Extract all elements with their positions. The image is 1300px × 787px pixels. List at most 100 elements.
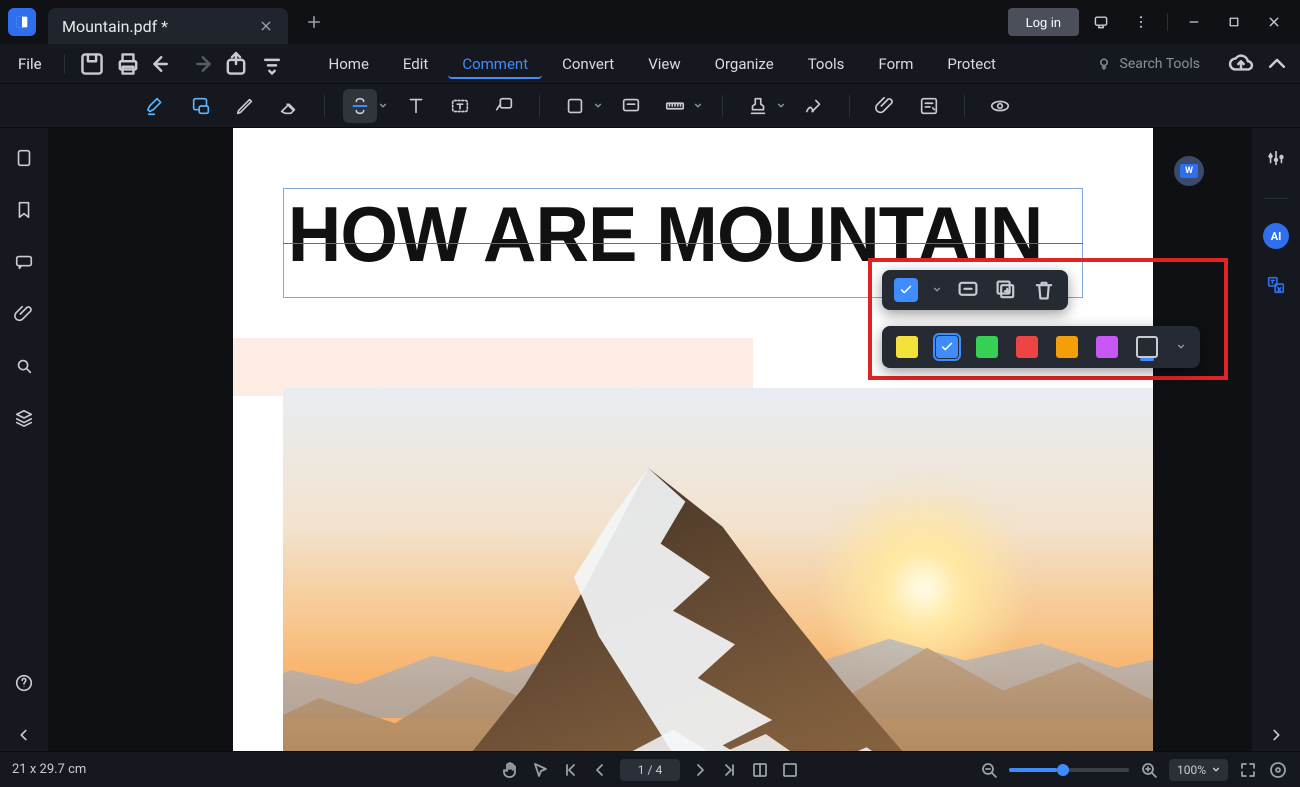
attachments-panel-icon[interactable] bbox=[8, 298, 40, 330]
menu-tools[interactable]: Tools bbox=[794, 49, 859, 79]
add-tab-button[interactable] bbox=[300, 8, 328, 36]
kebab-menu-icon[interactable] bbox=[1123, 8, 1159, 36]
document-tab[interactable]: Mountain.pdf * bbox=[48, 8, 288, 44]
search-panel-icon[interactable] bbox=[8, 350, 40, 382]
pdf-page: HOW ARE MOUNTAINS FORMED? bbox=[233, 128, 1153, 751]
translate-icon[interactable] bbox=[1260, 269, 1292, 301]
area-highlight-tool-icon[interactable] bbox=[184, 89, 218, 123]
prev-page-icon[interactable] bbox=[590, 760, 610, 780]
menu-edit[interactable]: Edit bbox=[389, 49, 442, 79]
menu-home[interactable]: Home bbox=[315, 49, 383, 79]
window-minimize-icon[interactable] bbox=[1176, 8, 1212, 36]
signature-tool-icon[interactable] bbox=[797, 89, 831, 123]
comment-toolbar bbox=[0, 84, 1300, 128]
collapse-right-icon[interactable] bbox=[1260, 719, 1292, 751]
bookmarks-icon[interactable] bbox=[8, 194, 40, 226]
add-note-icon[interactable] bbox=[956, 278, 980, 302]
callout-tool-icon[interactable] bbox=[487, 89, 521, 123]
fullscreen-icon[interactable] bbox=[1238, 760, 1258, 780]
measure-dropdown-icon[interactable] bbox=[692, 102, 704, 110]
attachment-tool-icon[interactable] bbox=[868, 89, 902, 123]
color-swatch-red[interactable] bbox=[1016, 336, 1038, 358]
help-icon[interactable] bbox=[8, 667, 40, 699]
collapse-left-icon[interactable] bbox=[8, 719, 40, 751]
select-tool-icon[interactable] bbox=[530, 760, 550, 780]
menubar: File Home Edit Comment Convert View Orga… bbox=[0, 44, 1300, 84]
hand-tool-icon[interactable] bbox=[500, 760, 520, 780]
shape-tool-icon[interactable] bbox=[558, 89, 592, 123]
zoom-level-select[interactable]: 100% bbox=[1169, 759, 1228, 781]
menu-view[interactable]: View bbox=[634, 49, 694, 79]
menu-organize[interactable]: Organize bbox=[701, 49, 788, 79]
save-icon[interactable] bbox=[77, 49, 107, 79]
fit-page-icon[interactable] bbox=[780, 760, 800, 780]
text-tool-icon[interactable] bbox=[399, 89, 433, 123]
page-number-input[interactable]: 1 /4 bbox=[620, 759, 680, 781]
color-swatch-purple[interactable] bbox=[1096, 336, 1118, 358]
collapse-ribbon-icon[interactable] bbox=[1262, 49, 1292, 79]
login-button[interactable]: Log in bbox=[1008, 8, 1079, 36]
color-swatch-yellow[interactable] bbox=[896, 336, 918, 358]
stamp-dropdown-icon[interactable] bbox=[775, 102, 787, 110]
window-maximize-icon[interactable] bbox=[1216, 8, 1252, 36]
read-mode-icon[interactable] bbox=[1268, 760, 1288, 780]
properties-icon[interactable] bbox=[1260, 142, 1292, 174]
layers-icon[interactable] bbox=[8, 402, 40, 434]
right-sidebar: AI bbox=[1252, 128, 1300, 751]
textbox-tool-icon[interactable] bbox=[443, 89, 477, 123]
zoom-in-icon[interactable] bbox=[1139, 760, 1159, 780]
menu-comment[interactable]: Comment bbox=[448, 49, 542, 79]
page-photo bbox=[283, 388, 1153, 751]
menu-file[interactable]: File bbox=[8, 49, 52, 79]
zoom-slider[interactable] bbox=[1009, 768, 1129, 772]
next-page-icon[interactable] bbox=[690, 760, 710, 780]
statusbar: 21 x 29.7 cm 1 /4 100% bbox=[0, 751, 1300, 787]
notification-icon[interactable] bbox=[1083, 8, 1119, 36]
color-swatch-green[interactable] bbox=[976, 336, 998, 358]
window-close-icon[interactable] bbox=[1256, 8, 1292, 36]
comments-panel-icon[interactable] bbox=[8, 246, 40, 278]
document-canvas[interactable]: HOW ARE MOUNTAINS FORMED? W bbox=[48, 128, 1252, 751]
page-headline: HOW ARE MOUNTAINS FORMED? bbox=[284, 189, 1042, 279]
menu-protect[interactable]: Protect bbox=[933, 49, 1010, 79]
cloud-upload-icon[interactable] bbox=[1226, 49, 1256, 79]
color-swatch-orange[interactable] bbox=[1056, 336, 1078, 358]
strikethrough-line bbox=[283, 243, 1083, 244]
pencil-tool-icon[interactable] bbox=[228, 89, 262, 123]
shape-dropdown-icon[interactable] bbox=[592, 102, 604, 110]
close-tab-icon[interactable] bbox=[258, 18, 274, 34]
fit-width-icon[interactable] bbox=[750, 760, 770, 780]
note-tool-icon[interactable] bbox=[614, 89, 648, 123]
eraser-tool-icon[interactable] bbox=[272, 89, 306, 123]
keep-tool-dropdown-icon[interactable] bbox=[932, 286, 942, 294]
line-style-picker[interactable] bbox=[1136, 336, 1158, 358]
main-area: HOW ARE MOUNTAINS FORMED? W bbox=[0, 128, 1300, 751]
comment-list-tool-icon[interactable] bbox=[912, 89, 946, 123]
strikethrough-dropdown-icon[interactable] bbox=[377, 102, 389, 110]
undo-icon[interactable] bbox=[149, 49, 179, 79]
color-swatch-blue[interactable] bbox=[936, 336, 958, 358]
hide-comments-icon[interactable] bbox=[983, 89, 1017, 123]
quick-access-dropdown-icon[interactable] bbox=[257, 49, 287, 79]
highlight-tool-icon[interactable] bbox=[140, 89, 174, 123]
line-style-dropdown-icon[interactable] bbox=[1176, 343, 1186, 351]
ai-assistant-button[interactable]: AI bbox=[1263, 223, 1289, 249]
thumbnails-icon[interactable] bbox=[8, 142, 40, 174]
first-page-icon[interactable] bbox=[560, 760, 580, 780]
menu-convert[interactable]: Convert bbox=[548, 49, 628, 79]
menu-form[interactable]: Form bbox=[864, 49, 927, 79]
share-icon[interactable] bbox=[221, 49, 251, 79]
measure-tool-icon[interactable] bbox=[658, 89, 692, 123]
strikethrough-tool-icon[interactable] bbox=[343, 89, 377, 123]
stamp-tool-icon[interactable] bbox=[741, 89, 775, 123]
zoom-out-icon[interactable] bbox=[979, 760, 999, 780]
delete-annotation-icon[interactable] bbox=[1032, 278, 1056, 302]
last-page-icon[interactable] bbox=[720, 760, 740, 780]
page-dimensions: 21 x 29.7 cm bbox=[12, 762, 86, 777]
search-tools[interactable]: Search Tools bbox=[1096, 56, 1200, 72]
keep-tool-selected-toggle[interactable] bbox=[894, 278, 918, 302]
redo-icon[interactable] bbox=[185, 49, 215, 79]
convert-to-word-button[interactable]: W bbox=[1174, 156, 1204, 186]
copy-annotation-icon[interactable] bbox=[994, 278, 1018, 302]
print-icon[interactable] bbox=[113, 49, 143, 79]
